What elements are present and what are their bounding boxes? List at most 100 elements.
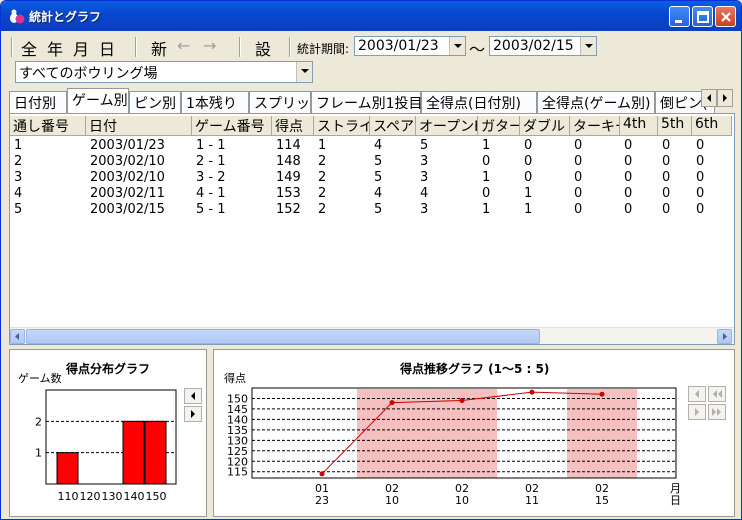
chevron-left-icon [695, 390, 699, 398]
chevron-right-icon [191, 410, 195, 418]
table-cell: 0 [482, 186, 491, 201]
table-cell: 2 [318, 202, 327, 217]
trend-last-button[interactable] [708, 404, 726, 420]
table-cell: 0 [624, 202, 633, 217]
view-all-button[interactable]: 全 [21, 36, 37, 60]
distribution-next-button[interactable] [184, 406, 202, 422]
y-axis-label: ゲーム数 [18, 372, 62, 385]
table-cell: 5 [374, 202, 383, 217]
table-cell: 0 [696, 202, 705, 217]
view-year-button[interactable]: 年 [47, 36, 63, 60]
table-cell: 0 [524, 154, 533, 169]
score-distribution-chart: ゲーム数12110120130140150得点 [18, 372, 177, 503]
date-band [357, 389, 497, 478]
column-header[interactable]: オープンF [416, 116, 478, 136]
x-tick-label: 140 [124, 490, 145, 503]
table-cell: 0 [574, 186, 583, 201]
table-cell: 152 [276, 202, 301, 217]
table-cell: 0 [662, 202, 671, 217]
horizontal-scrollbar[interactable] [10, 327, 734, 344]
column-header[interactable]: 4th [620, 116, 658, 136]
scroll-right-button[interactable] [717, 329, 732, 344]
close-button[interactable] [715, 6, 736, 27]
tab-one-pin-left[interactable]: 1本残り [181, 91, 249, 113]
trend-first-button[interactable] [708, 386, 726, 402]
trend-next-button[interactable] [688, 404, 706, 420]
column-header[interactable]: 日付 [86, 116, 192, 136]
chevron-right-icon [695, 408, 699, 416]
window-title: 統計とグラフ [29, 10, 102, 24]
table-cell: 149 [276, 170, 301, 185]
table-cell: 0 [624, 154, 633, 169]
y-tick-label: 150 [227, 392, 248, 405]
column-header[interactable]: ゲーム番号 [192, 116, 272, 136]
start-date-value: 2003/01/23 [358, 38, 439, 54]
tab-first-throw-by-frame[interactable]: フレーム別1投目 [311, 91, 423, 113]
tab-all-scores-by-game[interactable]: 全得点(ゲーム別) [537, 91, 655, 113]
trend-prev-button[interactable] [688, 386, 706, 402]
table-cell: 2 [318, 170, 327, 185]
table-cell: 2003/01/23 [90, 138, 165, 153]
column-header[interactable]: 得点 [272, 116, 314, 136]
scrollbar-thumb[interactable] [26, 329, 540, 344]
tab-label: ピン別 [134, 96, 176, 112]
chevron-down-icon[interactable] [296, 62, 312, 82]
minimize-button[interactable] [669, 6, 690, 27]
table-cell: 0 [574, 154, 583, 169]
end-date-value: 2003/02/15 [493, 38, 574, 54]
tab-by-date[interactable]: 日付別 [9, 91, 67, 113]
back-button[interactable]: ← [177, 36, 190, 55]
column-header[interactable]: 通し番号 [10, 116, 86, 136]
tab-label: ゲーム別 [72, 93, 128, 109]
end-date-select[interactable]: 2003/02/15 [489, 36, 597, 56]
bowling-app-icon [10, 9, 25, 24]
table-cell: 0 [574, 170, 583, 185]
period-label: 統計期間: [297, 42, 350, 56]
maximize-button[interactable] [692, 6, 713, 27]
new-button[interactable]: 新 [151, 36, 167, 60]
column-header[interactable]: 5th [658, 116, 692, 136]
table-cell: 0 [696, 138, 705, 153]
tab-by-game[interactable]: ゲーム別 [67, 88, 129, 113]
distribution-prev-button[interactable] [184, 388, 202, 404]
chevron-down-icon[interactable] [580, 37, 596, 55]
table-cell: 2003/02/11 [90, 186, 165, 201]
x-tick-label: 130 [102, 490, 123, 503]
column-header[interactable]: 6th [692, 116, 732, 136]
tab-all-scores-by-date[interactable]: 全得点(日付別) [421, 91, 537, 113]
table-cell: 1 [482, 138, 491, 153]
settings-button[interactable]: 設 [255, 36, 271, 60]
column-header[interactable]: ターキー [570, 116, 620, 136]
column-header[interactable]: ガター [478, 116, 520, 136]
table-cell: 5 [374, 170, 383, 185]
scroll-left-button[interactable] [10, 329, 25, 344]
y-tick-label: 2 [35, 415, 42, 428]
minimize-icon [675, 20, 682, 23]
start-date-select[interactable]: 2003/01/23 [354, 36, 466, 56]
period-tilde: ～ [469, 40, 486, 59]
tab-by-pin[interactable]: ピン別 [129, 91, 181, 113]
view-day-button[interactable]: 日 [99, 36, 115, 60]
x-tick-label: 150 [146, 490, 167, 503]
column-header[interactable]: スペア [370, 116, 416, 136]
table-cell: 1 [524, 202, 533, 217]
tab-label: 全得点(ゲーム別) [542, 96, 651, 112]
view-month-button[interactable]: 月 [73, 36, 89, 60]
chevron-down-icon[interactable] [449, 37, 465, 55]
table-cell: 0 [662, 186, 671, 201]
column-header[interactable]: ストライク [314, 116, 370, 136]
tab-split[interactable]: スプリット [249, 91, 324, 113]
game-table: 通し番号日付ゲーム番号得点ストライクスペアオープンFガターダブルターキー4th5… [9, 113, 735, 345]
tab-scroll-left-button[interactable] [701, 89, 717, 107]
table-cell: 1 [524, 186, 533, 201]
tab-scroll-right-button[interactable] [717, 89, 733, 107]
table-cell: 3 [420, 202, 429, 217]
main-window: 統計とグラフ 全 年 月 日 新 ← → 設 統計期間: 2003/01/23 … [0, 0, 742, 520]
title-bar[interactable]: 統計とグラフ [1, 1, 741, 31]
forward-button[interactable]: → [203, 36, 216, 55]
tab-label: フレーム別1投目 [316, 96, 423, 112]
bowling-alley-select[interactable]: すべてのボウリング場 [15, 61, 313, 83]
tab-strip: 日付別 ゲーム別 ピン別 1本残り スプリット フレーム別1投目 全得点(日付別… [9, 87, 733, 113]
column-header[interactable]: ダブル [520, 116, 570, 136]
table-cell: 5 - 1 [196, 202, 226, 217]
